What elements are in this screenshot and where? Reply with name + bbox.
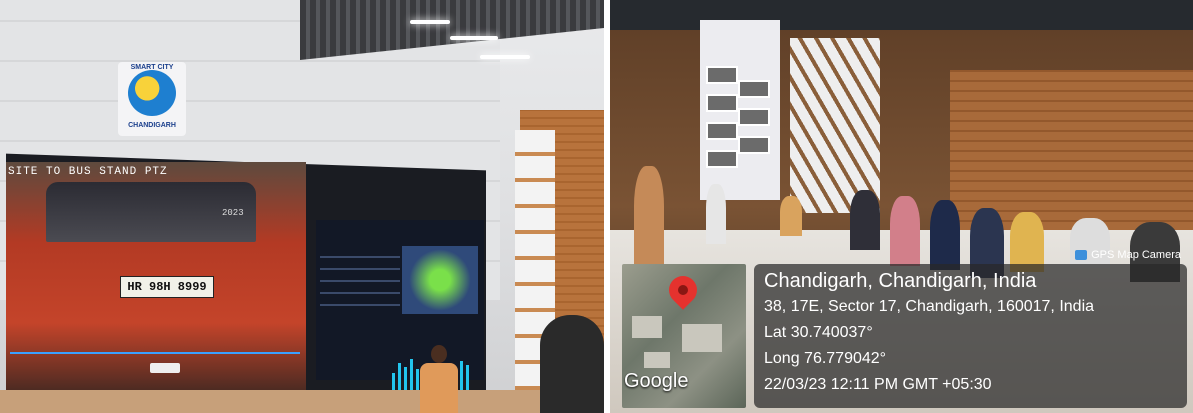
- dashboard-row: [320, 292, 400, 294]
- camera-icon: [1075, 250, 1088, 260]
- dashboard-row: [320, 268, 400, 270]
- dashboard-row: [320, 280, 400, 282]
- photo-frame: [706, 66, 738, 84]
- camera-label: SITE TO BUS STAND PTZ: [8, 166, 168, 178]
- dashboard-row: [320, 304, 400, 306]
- dashboard-bar: [466, 365, 469, 391]
- location-title: Chandigarh, Chandigarh, India: [764, 270, 1037, 292]
- person: [850, 190, 880, 250]
- feed-timestamp: 2023: [222, 208, 244, 218]
- person-silhouette: [540, 315, 604, 413]
- wood-paneling: [950, 70, 1193, 230]
- license-plate: HR 98H 8999: [120, 276, 214, 298]
- longitude: Long 76.779042°: [764, 350, 887, 367]
- gps-map-camera-badge: GPS Map Camera: [1069, 246, 1187, 264]
- photo-frame: [706, 94, 738, 112]
- location-info-box: Chandigarh, Chandigarh, India 38, 17E, S…: [754, 264, 1187, 408]
- dashboard-bar: [410, 359, 413, 391]
- video-progress-bar: [10, 352, 300, 354]
- google-logo: Google: [624, 370, 689, 392]
- logo-globe-icon: [128, 70, 176, 116]
- ceiling-light: [480, 55, 530, 59]
- command-center-photo: SMART CITY CHANDIGARH HR 98H 8999 SITE T…: [0, 0, 604, 413]
- triangle-pattern-wall: [790, 38, 880, 213]
- photo-frame: [738, 80, 770, 98]
- photo-frame: [738, 136, 770, 154]
- latitude: Lat 30.740037°: [764, 324, 873, 341]
- map-block: [644, 352, 670, 368]
- person: [780, 196, 802, 236]
- person: [634, 166, 664, 266]
- datetime: 22/03/23 12:11 PM GMT +05:30: [764, 376, 992, 393]
- person: [890, 196, 920, 266]
- map-block: [682, 324, 722, 352]
- person: [1010, 212, 1044, 272]
- person: [706, 184, 726, 244]
- photo-frame: [738, 108, 770, 126]
- ceiling-light: [410, 20, 450, 24]
- gps-badge-label: GPS Map Camera: [1091, 249, 1181, 261]
- ceiling-light: [450, 36, 498, 40]
- dashboard-row: [320, 256, 400, 258]
- ceiling: [610, 0, 1193, 30]
- person: [930, 200, 960, 270]
- map-pin-icon: [663, 270, 703, 310]
- dashboard-map: [402, 246, 478, 314]
- cctv-feed-car: HR 98H 8999: [6, 162, 306, 392]
- address: 38, 17E, Sector 17, Chandigarh, 160017, …: [764, 298, 1095, 315]
- person-orange-shirt: [414, 345, 464, 413]
- video-controls: [150, 363, 180, 373]
- map-block: [632, 316, 662, 338]
- photo-frame: [706, 150, 738, 168]
- dashboard-bar: [392, 373, 395, 391]
- desks: [0, 390, 604, 413]
- visitors-photo: GPS Map Camera Google Chandigarh, Chandi…: [610, 0, 1193, 413]
- mini-map: Google: [622, 264, 746, 408]
- dashboard-bar: [404, 367, 407, 391]
- logo-bottom-text: CHANDIGARH: [128, 122, 176, 129]
- photo-frame: [706, 122, 738, 140]
- dashboard-bar: [398, 363, 401, 391]
- smart-city-logo: SMART CITY CHANDIGARH: [118, 62, 186, 136]
